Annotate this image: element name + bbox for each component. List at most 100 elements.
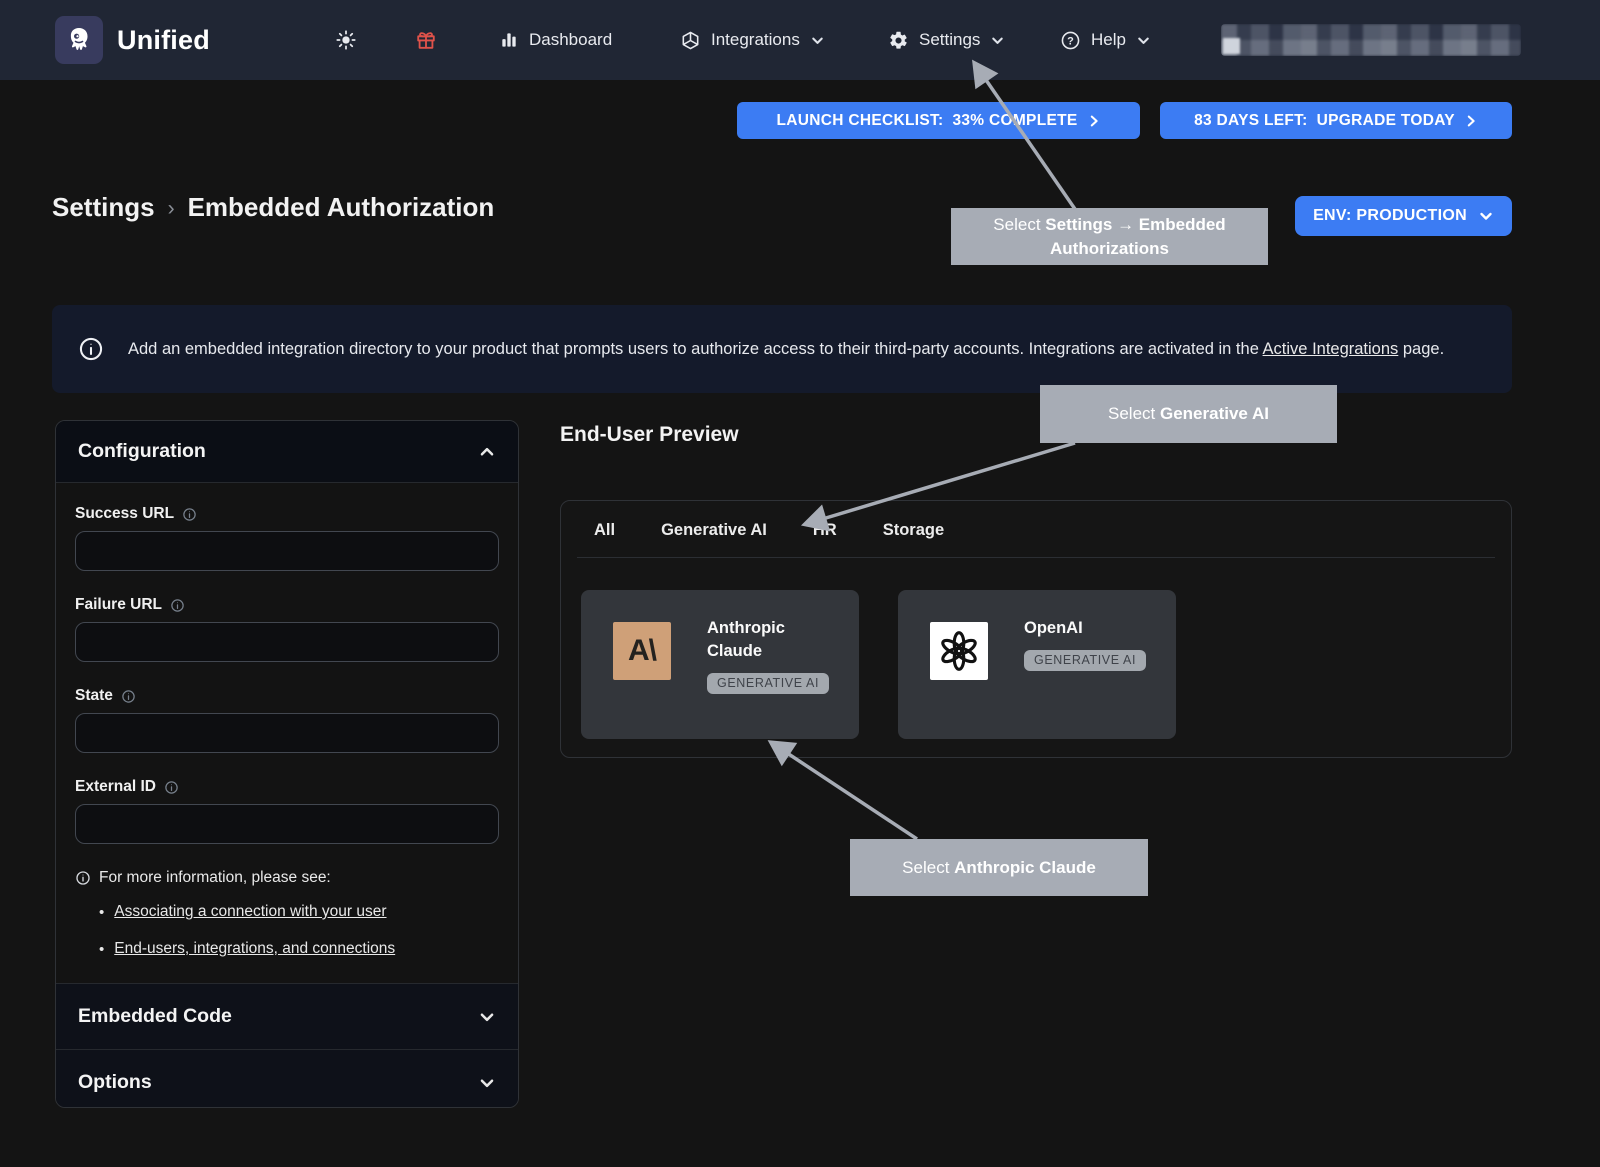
- tab-hr[interactable]: HR: [813, 521, 837, 540]
- external-id-label: External ID: [75, 778, 156, 796]
- chevron-right-icon: [1087, 114, 1101, 128]
- info-icon[interactable]: [121, 689, 136, 704]
- gear-icon: [888, 30, 909, 51]
- options-accordion-header[interactable]: Options: [56, 1049, 518, 1108]
- category-badge: GENERATIVE AI: [707, 673, 829, 694]
- bullet: •: [99, 940, 104, 960]
- field-state: State: [75, 687, 499, 753]
- info-icon[interactable]: [170, 598, 185, 613]
- trial-days-label: 83 DAYS LEFT:: [1194, 112, 1308, 130]
- info-icon[interactable]: [182, 507, 197, 522]
- anthropic-logo-glyph: A\: [628, 634, 656, 668]
- embedded-code-accordion-header[interactable]: Embedded Code: [56, 983, 518, 1049]
- options-title: Options: [78, 1071, 152, 1094]
- field-external-id: External ID: [75, 778, 499, 844]
- nav-settings-label: Settings: [919, 30, 980, 50]
- callout-select-anthropic-claude: Select Anthropic Claude: [850, 839, 1148, 896]
- state-label: State: [75, 687, 113, 705]
- failure-url-input[interactable]: [75, 622, 499, 662]
- callout-text: Select Settings → Embedded Authorization…: [965, 213, 1254, 261]
- info-icon: [78, 336, 104, 362]
- active-integrations-link[interactable]: Active Integrations: [1263, 340, 1399, 358]
- chevron-right-icon: [1464, 114, 1478, 128]
- nav-dashboard[interactable]: Dashboard: [499, 0, 612, 80]
- field-label: Success URL: [75, 505, 499, 523]
- chevron-down-icon: [478, 1008, 496, 1026]
- configuration-accordion-header[interactable]: Configuration: [56, 421, 518, 483]
- integration-card-anthropic-claude[interactable]: A\ Anthropic Claude GENERATIVE AI: [581, 590, 859, 739]
- nav-help[interactable]: ? Help: [1060, 0, 1151, 80]
- top-navigation-bar: Unified: [0, 0, 1600, 80]
- redacted-highlight-block: [1223, 38, 1240, 54]
- tabs-divider: [577, 557, 1495, 558]
- openai-logo-icon: [930, 622, 988, 680]
- more-info-note: For more information, please see:: [75, 869, 499, 887]
- chevron-up-icon: [478, 443, 496, 461]
- callout-prefix: Select: [993, 215, 1045, 234]
- unified-logo-icon: [55, 16, 103, 64]
- doc-link-row: • Associating a connection with your use…: [99, 903, 499, 923]
- integration-card-openai[interactable]: OpenAI GENERATIVE AI: [898, 590, 1176, 739]
- card-title: OpenAI: [1024, 617, 1146, 640]
- category-badge: GENERATIVE AI: [1024, 650, 1146, 671]
- info-banner-text: Add an embedded integration directory to…: [128, 334, 1499, 364]
- nav-integrations[interactable]: Integrations: [680, 0, 825, 80]
- embedded-code-title: Embedded Code: [78, 1005, 232, 1028]
- upgrade-button[interactable]: 83 DAYS LEFT: UPGRADE TODAY: [1160, 102, 1512, 139]
- chevron-down-icon: [810, 33, 825, 48]
- configuration-panel: Configuration Success URL Failure URL: [55, 420, 519, 1108]
- success-url-input[interactable]: [75, 531, 499, 571]
- field-label: State: [75, 687, 499, 705]
- nav-integrations-label: Integrations: [711, 30, 800, 50]
- environment-selector-button[interactable]: ENV: PRODUCTION: [1295, 196, 1512, 236]
- info-icon[interactable]: [164, 780, 179, 795]
- callout-bold: Anthropic Claude: [954, 858, 1096, 877]
- callout-bold: Generative AI: [1160, 404, 1269, 423]
- nav-settings[interactable]: Settings: [888, 0, 1005, 80]
- callout-prefix: Select: [1108, 404, 1160, 423]
- bullet: •: [99, 903, 104, 923]
- callout-bold: Settings → Embedded Authorizations: [1045, 215, 1225, 258]
- nav-dashboard-label: Dashboard: [529, 30, 612, 50]
- success-url-label: Success URL: [75, 505, 174, 523]
- info-banner: Add an embedded integration directory to…: [52, 305, 1512, 393]
- callout-select-settings: Select Settings → Embedded Authorization…: [951, 208, 1268, 265]
- chevron-down-icon: [1136, 33, 1151, 48]
- theme-toggle-button[interactable]: [335, 0, 357, 80]
- anthropic-logo-icon: A\: [613, 622, 671, 680]
- external-id-input[interactable]: [75, 804, 499, 844]
- brand[interactable]: Unified: [55, 16, 210, 64]
- callout-prefix: Select: [902, 858, 954, 877]
- card-content: Anthropic Claude GENERATIVE AI: [707, 617, 837, 694]
- svg-text:?: ?: [1067, 35, 1074, 47]
- environment-label: ENV: PRODUCTION: [1313, 207, 1467, 225]
- more-info-text: For more information, please see:: [99, 869, 331, 887]
- redacted-user-info[interactable]: [1221, 24, 1521, 56]
- callout-select-generative-ai: Select Generative AI: [1040, 385, 1337, 443]
- card-content: OpenAI GENERATIVE AI: [1024, 617, 1146, 671]
- doc-link-associating-connection[interactable]: Associating a connection with your user: [114, 903, 386, 921]
- rewards-button[interactable]: [415, 0, 437, 80]
- app-window: Unified: [0, 0, 1600, 1167]
- doc-link-row: • End-users, integrations, and connectio…: [99, 940, 499, 960]
- field-label: Failure URL: [75, 596, 499, 614]
- state-input[interactable]: [75, 713, 499, 753]
- page-title: Embedded Authorization: [188, 192, 495, 223]
- doc-link-endusers-integrations[interactable]: End-users, integrations, and connections: [114, 940, 395, 958]
- tab-generative-ai[interactable]: Generative AI: [661, 521, 767, 540]
- sun-icon: [335, 29, 357, 51]
- launch-checklist-value: 33% COMPLETE: [952, 112, 1077, 130]
- info-text-after: page.: [1398, 340, 1444, 358]
- brand-name: Unified: [117, 25, 210, 56]
- launch-checklist-button[interactable]: LAUNCH CHECKLIST: 33% COMPLETE: [737, 102, 1140, 139]
- chevron-down-icon: [990, 33, 1005, 48]
- callout-text: Select Generative AI: [1108, 402, 1269, 426]
- breadcrumb-settings[interactable]: Settings: [52, 192, 155, 223]
- field-failure-url: Failure URL: [75, 596, 499, 662]
- configuration-title: Configuration: [78, 440, 206, 463]
- tab-storage[interactable]: Storage: [883, 521, 944, 540]
- breadcrumb: Settings › Embedded Authorization: [52, 192, 494, 223]
- tab-all[interactable]: All: [594, 521, 615, 540]
- field-label: External ID: [75, 778, 499, 796]
- integrations-icon: [680, 30, 701, 51]
